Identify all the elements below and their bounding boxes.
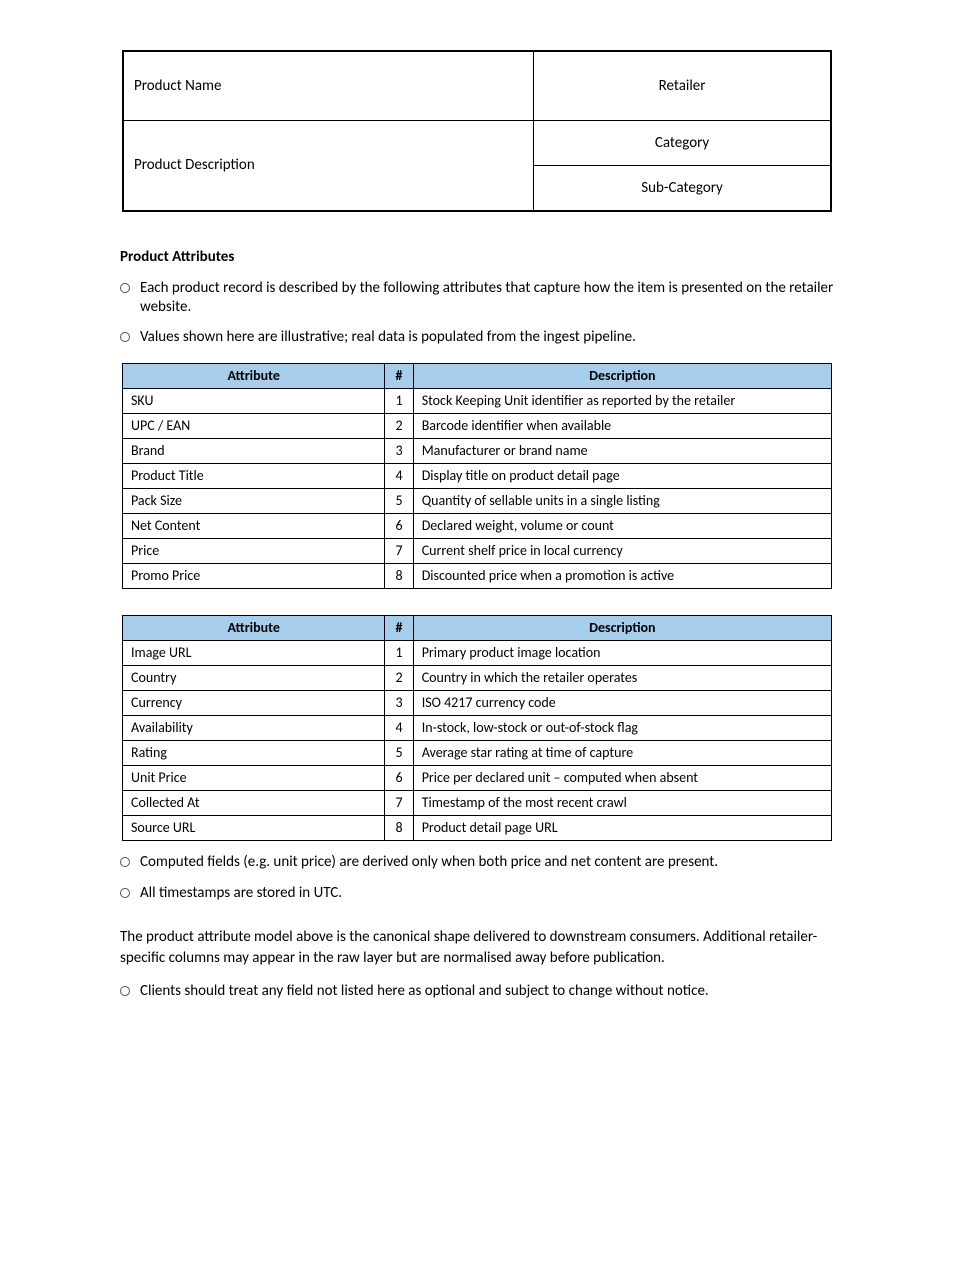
attr-num: 8: [385, 816, 413, 841]
attributes-table-2: Attribute # Description Image URL1Primar…: [122, 615, 832, 841]
attr-num: 1: [385, 389, 413, 414]
bullet-text: Each product record is described by the …: [140, 279, 854, 317]
attr-num: 4: [385, 716, 413, 741]
bullet-icon: [120, 857, 130, 867]
attr-desc: Country in which the retailer operates: [413, 666, 831, 691]
bullet-item: Each product record is described by the …: [120, 279, 954, 317]
body-paragraph: The product attribute model above is the…: [120, 927, 834, 971]
table-row: SKU1Stock Keeping Unit identifier as rep…: [123, 389, 832, 414]
retailer-cell: Retailer: [534, 51, 831, 121]
section-heading: Product Attributes: [120, 248, 954, 267]
attr-desc: Stock Keeping Unit identifier as reporte…: [413, 389, 831, 414]
intro-bullets: Each product record is described by the …: [0, 279, 954, 347]
table-row: Pack Size5Quantity of sellable units in …: [123, 489, 832, 514]
attr-name: Price: [123, 539, 385, 564]
header-table: Product Name Retailer Product Descriptio…: [122, 50, 832, 212]
attr-num: 3: [385, 439, 413, 464]
table-row: Country2Country in which the retailer op…: [123, 666, 832, 691]
table-row: Collected At7Timestamp of the most recen…: [123, 791, 832, 816]
attr-desc: Discounted price when a promotion is act…: [413, 564, 831, 589]
attr-desc: Timestamp of the most recent crawl: [413, 791, 831, 816]
attr-desc: Barcode identifier when available: [413, 414, 831, 439]
bullet-item: Clients should treat any field not liste…: [120, 982, 954, 1001]
table-row: UPC / EAN2Barcode identifier when availa…: [123, 414, 832, 439]
attr-name: Net Content: [123, 514, 385, 539]
attr-desc: In-stock, low-stock or out-of-stock flag: [413, 716, 831, 741]
col-attr: Attribute: [123, 616, 385, 641]
bullet-icon: [120, 986, 130, 996]
table-row: Unit Price6Price per declared unit – com…: [123, 766, 832, 791]
attr-name: Source URL: [123, 816, 385, 841]
attr-num: 3: [385, 691, 413, 716]
attr-num: 2: [385, 414, 413, 439]
attr-num: 7: [385, 539, 413, 564]
attr-name: Brand: [123, 439, 385, 464]
attr-desc: Product detail page URL: [413, 816, 831, 841]
attr-num: 7: [385, 791, 413, 816]
attr-desc: Current shelf price in local currency: [413, 539, 831, 564]
attr-name: SKU: [123, 389, 385, 414]
attr-num: 2: [385, 666, 413, 691]
attr-num: 6: [385, 514, 413, 539]
attr-desc: Primary product image location: [413, 641, 831, 666]
attr-name: Availability: [123, 716, 385, 741]
table-row: Currency3ISO 4217 currency code: [123, 691, 832, 716]
bullet-text: Computed fields (e.g. unit price) are de…: [140, 853, 854, 872]
bullet-icon: [120, 888, 130, 898]
bullet-item: All timestamps are stored in UTC.: [120, 884, 954, 903]
col-num: #: [385, 616, 413, 641]
table-row: Source URL8Product detail page URL: [123, 816, 832, 841]
attr-num: 5: [385, 489, 413, 514]
bullet-icon: [120, 332, 130, 342]
col-num: #: [385, 364, 413, 389]
attr-num: 4: [385, 464, 413, 489]
attr-num: 1: [385, 641, 413, 666]
attr-name: Image URL: [123, 641, 385, 666]
col-desc: Description: [413, 616, 831, 641]
table-row: Product Title4Display title on product d…: [123, 464, 832, 489]
col-attr: Attribute: [123, 364, 385, 389]
bullet-item: Values shown here are illustrative; real…: [120, 328, 954, 347]
attr-name: Rating: [123, 741, 385, 766]
bullet-text: Values shown here are illustrative; real…: [140, 328, 854, 347]
attr-desc: Price per declared unit – computed when …: [413, 766, 831, 791]
product-desc-cell: Product Description: [123, 121, 534, 212]
bullet-item: Computed fields (e.g. unit price) are de…: [120, 853, 954, 872]
attr-desc: Display title on product detail page: [413, 464, 831, 489]
attr-num: 5: [385, 741, 413, 766]
table-row: Net Content6Declared weight, volume or c…: [123, 514, 832, 539]
table-row: Image URL1Primary product image location: [123, 641, 832, 666]
category-cell: Category: [534, 121, 831, 166]
attr-desc: Average star rating at time of capture: [413, 741, 831, 766]
notes-bullets: Computed fields (e.g. unit price) are de…: [0, 853, 954, 903]
attr-desc: Manufacturer or brand name: [413, 439, 831, 464]
attr-name: Collected At: [123, 791, 385, 816]
attr-name: Promo Price: [123, 564, 385, 589]
col-desc: Description: [413, 364, 831, 389]
table-row: Rating5Average star rating at time of ca…: [123, 741, 832, 766]
attr-name: Unit Price: [123, 766, 385, 791]
table-row: Price7Current shelf price in local curre…: [123, 539, 832, 564]
table-row: Brand3Manufacturer or brand name: [123, 439, 832, 464]
attr-name: Country: [123, 666, 385, 691]
attr-name: Product Title: [123, 464, 385, 489]
attr-name: Pack Size: [123, 489, 385, 514]
attributes-table-1: Attribute # Description SKU1Stock Keepin…: [122, 363, 832, 589]
bullet-text: Clients should treat any field not liste…: [140, 982, 854, 1001]
attr-desc: Quantity of sellable units in a single l…: [413, 489, 831, 514]
attr-desc: ISO 4217 currency code: [413, 691, 831, 716]
subcategory-cell: Sub-Category: [534, 166, 831, 212]
attr-desc: Declared weight, volume or count: [413, 514, 831, 539]
final-bullets: Clients should treat any field not liste…: [0, 982, 954, 1001]
table-row: Promo Price8Discounted price when a prom…: [123, 564, 832, 589]
table-row: Availability4In-stock, low-stock or out-…: [123, 716, 832, 741]
product-name-cell: Product Name: [123, 51, 534, 121]
bullet-icon: [120, 283, 130, 293]
attr-num: 6: [385, 766, 413, 791]
attr-name: UPC / EAN: [123, 414, 385, 439]
attr-name: Currency: [123, 691, 385, 716]
attr-num: 8: [385, 564, 413, 589]
bullet-text: All timestamps are stored in UTC.: [140, 884, 854, 903]
